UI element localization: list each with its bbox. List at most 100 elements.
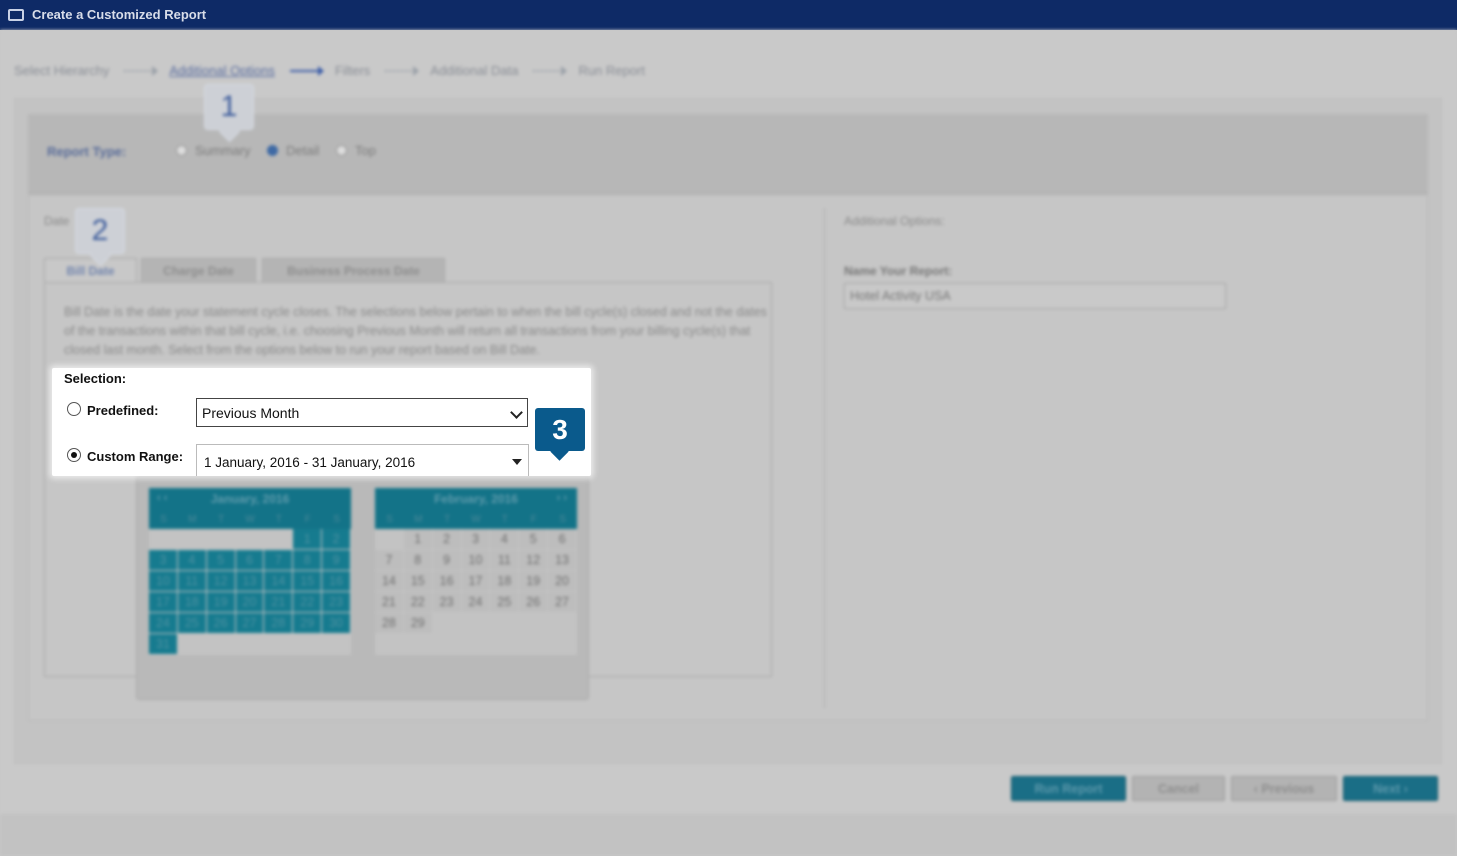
calendar-day[interactable]: 16 (322, 571, 351, 592)
calendar-day[interactable]: 9 (432, 550, 462, 571)
calendar-empty-cell (206, 634, 236, 655)
calendar-day[interactable]: 27 (548, 592, 577, 613)
calendar-day[interactable]: 15 (293, 571, 323, 592)
report-type-summary[interactable]: Summary (176, 143, 251, 158)
calendar-day[interactable]: 5 (206, 550, 236, 571)
predefined-dropdown[interactable]: Previous Month (196, 398, 528, 427)
calendar-day[interactable]: 25 (490, 592, 520, 613)
calendar-day[interactable]: 19 (519, 571, 549, 592)
calendar-day[interactable]: 20 (548, 571, 577, 592)
weekday-label: F (304, 514, 311, 525)
calendar-day[interactable]: 25 (177, 613, 207, 634)
calendar-day[interactable]: 10 (461, 550, 491, 571)
calendar-day[interactable]: 14 (264, 571, 294, 592)
calendar-day[interactable]: 7 (375, 550, 404, 571)
calendar-day[interactable]: 6 (235, 550, 265, 571)
calendar-day[interactable]: 4 (490, 529, 520, 550)
predefined-radio[interactable] (67, 402, 81, 416)
calendar-day[interactable]: 28 (375, 613, 404, 634)
calendar-day[interactable]: 17 (149, 592, 178, 613)
calendar-day[interactable]: 12 (519, 550, 549, 571)
cancel-button[interactable]: Cancel (1132, 776, 1225, 801)
calendar-day[interactable]: 14 (375, 571, 404, 592)
calendar-day[interactable]: 16 (432, 571, 462, 592)
calendar-day[interactable]: 22 (403, 592, 433, 613)
wizard-step-select-hierarchy[interactable]: Select Hierarchy (14, 63, 109, 78)
selection-label: Selection: (64, 371, 127, 386)
next-button[interactable]: Next › (1343, 776, 1438, 801)
calendar-empty-cell (235, 529, 265, 550)
tab-business-process-date[interactable]: Business Process Date (262, 258, 445, 282)
calendar-day[interactable]: 11 (490, 550, 520, 571)
calendar-day[interactable]: 18 (490, 571, 520, 592)
calendar-empty-cell (461, 634, 491, 655)
next-month-icon[interactable]: › › (557, 492, 567, 504)
calendar-day[interactable]: 29 (403, 613, 433, 634)
calendar-day[interactable]: 8 (293, 550, 323, 571)
calendar-day[interactable]: 8 (403, 550, 433, 571)
calendar-day[interactable]: 26 (519, 592, 549, 613)
calendar-day[interactable]: 6 (548, 529, 577, 550)
calendar-day[interactable]: 17 (461, 571, 491, 592)
custom-range-value: 1 January, 2016 - 31 January, 2016 (204, 455, 416, 470)
calendar-day[interactable]: 27 (235, 613, 265, 634)
calendar-day[interactable]: 18 (177, 592, 207, 613)
callout-badge-1: 1 (204, 84, 254, 130)
calendar-day[interactable]: 23 (432, 592, 462, 613)
calendar-day[interactable]: 12 (206, 571, 236, 592)
wizard-step-additional-data[interactable]: Additional Data (430, 63, 518, 78)
calendar-day[interactable]: 24 (149, 613, 178, 634)
calendar-day[interactable]: 24 (461, 592, 491, 613)
prev-month-icon[interactable]: ‹ ‹ (157, 492, 167, 504)
calendar-day[interactable]: 3 (149, 550, 178, 571)
calendar-day[interactable]: 2 (322, 529, 351, 550)
weekday-label: W (245, 514, 255, 525)
calendar-day[interactable]: 28 (264, 613, 294, 634)
calendar-day[interactable]: 11 (177, 571, 207, 592)
calendar-day[interactable]: 13 (548, 550, 577, 571)
report-name-input[interactable] (844, 283, 1226, 309)
run-report-button[interactable]: Run Report (1011, 776, 1126, 801)
wizard-step-run-report[interactable]: Run Report (578, 63, 644, 78)
calendar-day[interactable]: 1 (403, 529, 433, 550)
report-type-detail[interactable]: Detail (267, 143, 319, 158)
calendar-day[interactable]: 4 (177, 550, 207, 571)
calendar-day[interactable]: 2 (432, 529, 462, 550)
calendar-day[interactable]: 21 (375, 592, 404, 613)
report-type-top[interactable]: Top (336, 143, 376, 158)
calendar-day[interactable]: 19 (206, 592, 236, 613)
calendar-day[interactable]: 23 (322, 592, 351, 613)
calendar-empty-cell (432, 613, 462, 634)
calendar-day[interactable]: 7 (264, 550, 294, 571)
calendar-empty-cell (432, 634, 462, 655)
calendar-day[interactable]: 13 (235, 571, 265, 592)
custom-range-radio[interactable] (67, 448, 81, 462)
weekday-label: T (218, 514, 225, 525)
wizard-step-additional-options[interactable]: Additional Options (169, 63, 275, 78)
calendar-day[interactable]: 26 (206, 613, 236, 634)
calendar-day[interactable]: 30 (322, 613, 351, 634)
wizard-step-filters[interactable]: Filters (335, 63, 370, 78)
weekday-label: S (333, 514, 340, 525)
calendar-day[interactable]: 5 (519, 529, 549, 550)
calendar-day[interactable]: 3 (461, 529, 491, 550)
calendar-day[interactable]: 9 (322, 550, 351, 571)
tab-charge-date[interactable]: Charge Date (141, 258, 256, 282)
calendar-day[interactable]: 20 (235, 592, 265, 613)
date-section-label: Date (44, 214, 70, 228)
calendar-day[interactable]: 29 (293, 613, 323, 634)
report-type-label: Report Type: (47, 144, 127, 159)
calendar-day[interactable]: 21 (264, 592, 294, 613)
calendar-day[interactable]: 1 (293, 529, 323, 550)
wizard-arrow-icon (533, 65, 568, 76)
custom-range-dropdown[interactable]: 1 January, 2016 - 31 January, 2016 (196, 444, 529, 476)
previous-button[interactable]: ‹ Previous (1231, 776, 1337, 801)
tab-bill-date[interactable]: Bill Date (44, 258, 137, 284)
calendar-empty-cell (293, 634, 323, 655)
calendar-day[interactable]: 10 (149, 571, 178, 592)
calendar-day[interactable]: 22 (293, 592, 323, 613)
calendar-day[interactable]: 15 (403, 571, 433, 592)
additional-options-label: Additional Options: (844, 214, 945, 228)
report-icon (8, 9, 24, 21)
calendar-day[interactable]: 31 (149, 634, 178, 655)
